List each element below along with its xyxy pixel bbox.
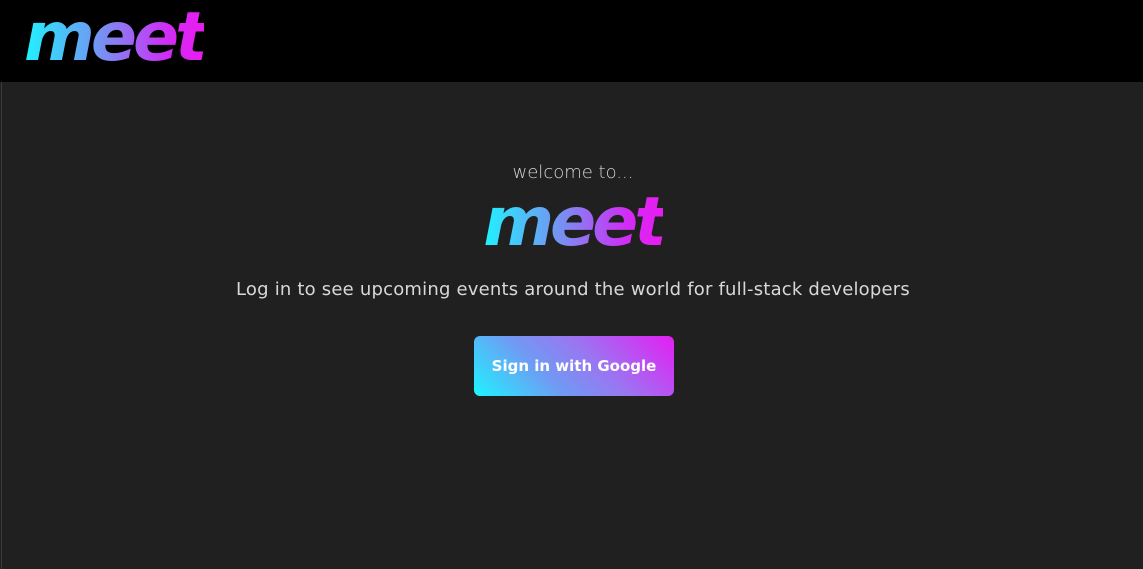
header-logo[interactable]: meet [24, 2, 208, 74]
app-header: meet [0, 0, 1143, 82]
hero-logo: meet [2, 186, 1143, 260]
google-signin-button[interactable]: Sign in with Google [474, 336, 674, 396]
welcome-subtitle: Log in to see upcoming events around the… [236, 279, 910, 300]
welcome-screen: welcome to... meet Log in to see upcomin… [1, 82, 1143, 569]
hero-logo-text: meet [483, 183, 667, 262]
welcome-text: welcome to... [512, 162, 634, 183]
